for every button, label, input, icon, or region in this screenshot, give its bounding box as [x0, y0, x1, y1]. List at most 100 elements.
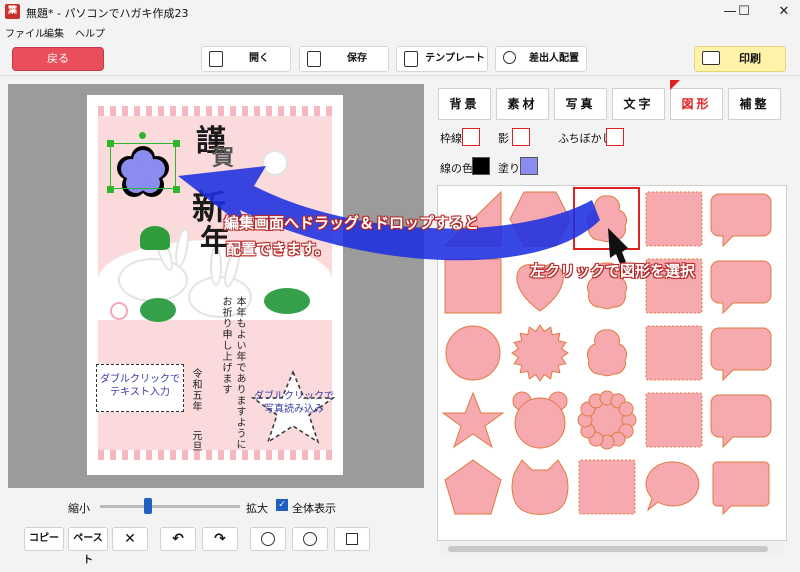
- border-label: 枠線: [440, 132, 462, 145]
- shape-option-round-bubble[interactable]: [642, 456, 706, 518]
- close-button[interactable]: ✕: [769, 2, 799, 22]
- speech-bubble-shape-icon: [710, 260, 772, 315]
- shape-option-stamp-square[interactable]: [642, 322, 706, 384]
- shape-option-speech-bubble[interactable]: [709, 188, 773, 250]
- resize-handle-tr[interactable]: [173, 140, 180, 147]
- send-back-button[interactable]: [292, 527, 328, 551]
- align-icon: [346, 533, 358, 545]
- redo-button[interactable]: ↷: [202, 527, 238, 551]
- speech-bubble-shape-icon: [710, 394, 772, 449]
- shape-option-scalloped-circle[interactable]: [575, 389, 639, 451]
- speech-bubble-shape-icon: [710, 193, 772, 248]
- window-title: 無題* - パソコンでハガキ作成23: [26, 7, 189, 20]
- save-label: 保存: [347, 53, 367, 64]
- pentagon-shape-icon: [444, 459, 502, 515]
- tab-photo[interactable]: 写真: [554, 88, 607, 120]
- resize-handle-bl[interactable]: [107, 186, 114, 193]
- fit-checkbox[interactable]: ✓: [276, 499, 288, 511]
- resize-handle-tl[interactable]: [107, 140, 114, 147]
- paste-button[interactable]: ペースト: [68, 527, 108, 566]
- blur-button[interactable]: [606, 128, 624, 146]
- tab-material[interactable]: 素材: [496, 88, 549, 120]
- send-back-icon: [303, 532, 317, 546]
- shape-option-bear[interactable]: [508, 389, 572, 451]
- zoom-slider-track[interactable]: [100, 505, 240, 508]
- shape-option-stamp-square[interactable]: [575, 456, 639, 518]
- shape-properties: 枠線 影 ふちぼかし 線の色 塗り: [432, 124, 792, 180]
- print-label: 印刷: [739, 52, 761, 65]
- stamp-square-shape-icon: [645, 325, 703, 381]
- shape-option-circle[interactable]: [441, 322, 505, 384]
- fill-color-swatch[interactable]: [520, 157, 538, 175]
- tab-adjust[interactable]: 補整: [728, 88, 781, 120]
- textbox-line-2: テキスト入力: [110, 387, 170, 398]
- shape-option-rect-bubble[interactable]: [709, 456, 773, 518]
- selection-box[interactable]: [110, 143, 176, 189]
- cat-shape-icon: [511, 459, 569, 515]
- drag-instruction-line-2: 配置できます。: [226, 240, 330, 258]
- menu-edit[interactable]: 編集: [44, 25, 64, 40]
- line-color-swatch[interactable]: [472, 157, 490, 175]
- shadow-label: 影: [498, 132, 509, 145]
- shape-option-pentagon[interactable]: [441, 456, 505, 518]
- sender-placement-button[interactable]: 差出人配置: [495, 46, 587, 72]
- shape-option-stamp-square[interactable]: [642, 389, 706, 451]
- zoom-bar: 縮小 拡大 ✓ 全体表示: [8, 492, 424, 520]
- scalloped-circle-shape-icon: [577, 390, 637, 450]
- undo-button[interactable]: ↶: [160, 527, 196, 551]
- delete-button[interactable]: ✕: [112, 527, 148, 551]
- scroll-thumb[interactable]: [448, 546, 768, 552]
- photo-line-1: ダブルクリックで: [254, 391, 334, 402]
- date-line: 令和五年: [190, 368, 201, 412]
- rotate-handle[interactable]: [139, 132, 146, 139]
- template-button[interactable]: テンプレート: [396, 46, 488, 72]
- shape-option-speech-bubble[interactable]: [709, 255, 773, 317]
- person-icon: [503, 51, 516, 64]
- round-bubble-shape-icon: [645, 461, 700, 512]
- back-button[interactable]: 戻る: [12, 47, 104, 71]
- shadow-button[interactable]: [512, 128, 530, 146]
- horizontal-scrollbar[interactable]: [440, 543, 784, 555]
- hexagon-shape-icon: [509, 191, 571, 247]
- shape-option-square[interactable]: [441, 255, 505, 317]
- pine-right: [264, 288, 310, 314]
- stamp-square-shape-icon: [645, 392, 703, 448]
- print-button[interactable]: 印刷: [694, 46, 786, 72]
- plum-flower: [110, 302, 128, 320]
- shape-option-hexagon[interactable]: [508, 188, 572, 250]
- bring-front-icon: [261, 532, 275, 546]
- open-button[interactable]: 開く: [201, 46, 291, 72]
- shape-option-star[interactable]: [441, 389, 505, 451]
- bring-front-button[interactable]: [250, 527, 286, 551]
- tab-text[interactable]: 文字: [612, 88, 665, 120]
- selected-shape-highlight: [573, 187, 640, 250]
- blur-label: ふちぼかし: [558, 132, 613, 145]
- printer-icon: [702, 51, 720, 65]
- resize-handle-br[interactable]: [173, 186, 180, 193]
- open-file-icon: [209, 51, 223, 67]
- shape-option-stamp-square[interactable]: [642, 188, 706, 250]
- checker-border-bottom: [98, 450, 332, 460]
- text-placeholder-box[interactable]: ダブルクリックで テキスト入力: [96, 364, 184, 412]
- menu-file[interactable]: ファイル: [5, 25, 45, 40]
- stamp-square-shape-icon: [578, 459, 636, 515]
- zoom-slider-thumb[interactable]: [143, 498, 152, 514]
- copy-button[interactable]: コピー: [24, 527, 64, 551]
- menu-help[interactable]: ヘルプ: [75, 25, 105, 40]
- shape-option-flower[interactable]: [575, 322, 639, 384]
- border-style-button[interactable]: [462, 128, 480, 146]
- align-center-button[interactable]: [334, 527, 370, 551]
- shape-option-cat[interactable]: [508, 456, 572, 518]
- photo-line-2: 写真読み込み: [264, 404, 324, 415]
- shape-option-speech-bubble[interactable]: [709, 322, 773, 384]
- tab-background[interactable]: 背景: [438, 88, 491, 120]
- maximize-button[interactable]: ☐: [729, 2, 759, 22]
- menu-bar: ファイル 編集 ヘルプ: [0, 24, 800, 40]
- app-icon: 葉: [5, 4, 20, 19]
- template-label: テンプレート: [425, 53, 485, 64]
- shape-option-burst[interactable]: [508, 322, 572, 384]
- edit-tools: コピー ペースト ✕ ↶ ↷: [8, 524, 424, 566]
- save-button[interactable]: 保存: [299, 46, 389, 72]
- tab-shape[interactable]: 図形: [670, 88, 723, 120]
- shape-option-speech-bubble[interactable]: [709, 389, 773, 451]
